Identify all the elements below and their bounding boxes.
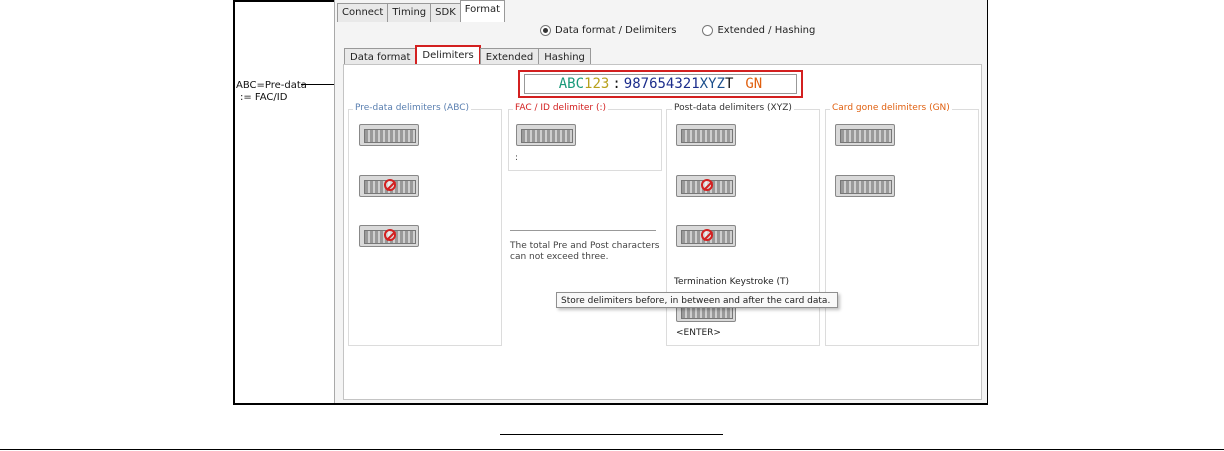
limit-note: The total Pre and Post characters can no… <box>510 241 659 263</box>
radio-unselected-icon[interactable] <box>702 25 714 36</box>
pre-keyboard-button-2[interactable] <box>359 175 419 197</box>
fac-id-title: FAC / ID delimiter (:) <box>513 103 609 113</box>
radio-data-format[interactable]: Data format / Delimiters <box>540 25 676 36</box>
sample-gone: GN <box>745 76 763 92</box>
footnote-rule <box>500 434 723 435</box>
radio-data-format-label: Data format / Delimiters <box>555 25 677 36</box>
page-bottom-rule <box>0 449 1224 450</box>
callout-line1: ABC=Pre-data <box>236 80 307 91</box>
gone-keyboard-button-2[interactable] <box>835 175 895 197</box>
keyboard-icon <box>521 129 573 143</box>
sample-id: 987654321 <box>623 76 700 92</box>
limit-note-line2: can not exceed three. <box>510 252 609 262</box>
post-keyboard-button-2[interactable] <box>676 175 736 197</box>
pre-data-title: Pre-data delimiters (ABC) <box>353 103 472 113</box>
post-keyboard-button-3[interactable] <box>676 225 736 247</box>
termination-label: Termination Keystroke (T) <box>674 277 789 287</box>
tab-timing[interactable]: Timing <box>387 3 432 22</box>
limit-note-line1: The total Pre and Post characters <box>510 241 660 251</box>
tab-sdk[interactable]: SDK <box>430 3 461 22</box>
mode-radio-group: Data format / Delimiters Extended / Hash… <box>540 25 841 36</box>
tab-format[interactable]: Format <box>459 0 506 22</box>
tab-connect[interactable]: Connect <box>337 3 389 22</box>
keyboard-icon <box>840 129 892 143</box>
card-gone-title: Card gone delimiters (GN) <box>830 103 952 113</box>
fac-keyboard-button[interactable] <box>516 124 576 146</box>
no-symbol-icon <box>384 179 396 191</box>
pre-keyboard-button-1[interactable] <box>359 124 419 146</box>
sample-output-box: ABC 123 : 987654321 XYZ T GN <box>518 70 803 98</box>
radio-selected-icon[interactable] <box>540 25 551 36</box>
sample-fac: 123 <box>584 76 610 92</box>
fac-divider <box>510 230 656 231</box>
pre-keyboard-button-3[interactable] <box>359 225 419 247</box>
keyboard-icon <box>840 180 892 194</box>
delimiters-tooltip: Store delimiters before, in between and … <box>556 292 838 308</box>
no-symbol-icon <box>701 229 713 241</box>
sample-term: T <box>724 76 734 92</box>
post-data-title: Post-data delimiters (XYZ) <box>672 103 794 113</box>
callout-line2: := FAC/ID <box>240 92 288 103</box>
fac-current-value: : <box>515 153 519 163</box>
no-symbol-icon <box>701 179 713 191</box>
radio-extended-label: Extended / Hashing <box>717 25 816 36</box>
no-symbol-icon <box>384 229 396 241</box>
sample-pre: ABC <box>558 76 585 92</box>
top-tab-bar: Connect Timing SDK Format <box>337 0 506 22</box>
keyboard-icon <box>364 129 416 143</box>
sample-post: XYZ <box>699 76 725 92</box>
radio-extended[interactable]: Extended / Hashing <box>702 25 815 36</box>
post-keyboard-button-1[interactable] <box>676 124 736 146</box>
keyboard-icon <box>681 129 733 143</box>
sample-output-text: ABC 123 : 987654321 XYZ T GN <box>524 74 797 94</box>
termination-value: <ENTER> <box>676 328 721 338</box>
gone-keyboard-button-1[interactable] <box>835 124 895 146</box>
sample-sep: : <box>612 76 621 92</box>
